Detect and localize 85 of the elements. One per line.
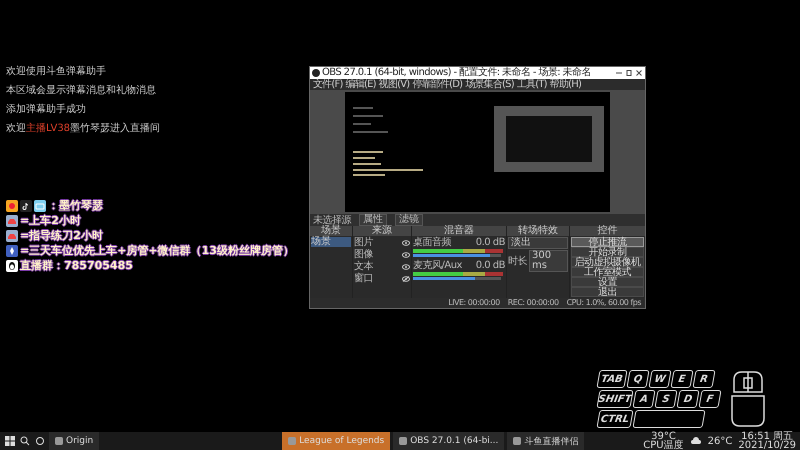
keyboard-key: D — [676, 390, 700, 408]
source-item[interactable]: 文本 — [354, 261, 400, 272]
control-button[interactable]: 停止推流 — [571, 237, 644, 247]
overlay-text: =指导练刀2小时 — [20, 229, 103, 243]
overlay-text: 直播群：785705485 — [20, 259, 133, 273]
close-icon[interactable] — [635, 70, 643, 76]
status-text: LIVE: 00:00:00 — [448, 298, 500, 308]
menu-item[interactable]: 工具(T) — [516, 79, 548, 90]
keyboard-key: CTRL — [596, 410, 634, 428]
menu-item[interactable]: 编辑(E) — [344, 79, 377, 90]
panel-header: 转场特效 — [507, 226, 569, 236]
transition-select[interactable]: 淡出 — [508, 237, 568, 249]
menu-item[interactable]: 帮助(H) — [548, 79, 582, 90]
weather-temperature: 26°C — [708, 436, 732, 446]
panel-header: 来源 — [353, 226, 411, 236]
menu-item[interactable]: 场景集合(S) — [464, 79, 515, 90]
status-text: CPU: 1.0%, 60.00 fps — [566, 298, 641, 308]
scene-item[interactable]: 场景 — [311, 237, 351, 247]
duration-field[interactable]: 300 ms — [529, 250, 568, 272]
menu-item[interactable]: 停靠部件(D) — [411, 79, 464, 90]
car-icon — [6, 230, 18, 242]
eye-icon[interactable] — [402, 252, 410, 258]
panel-header: 控件 — [570, 226, 645, 236]
clock-time: 16:51 周五 — [741, 432, 794, 441]
status-text: REC: 00:00:00 — [508, 298, 559, 308]
taskbar-app[interactable]: Origin — [49, 432, 100, 450]
control-button[interactable]: 退出 — [571, 287, 644, 297]
source-item[interactable]: 图片 — [354, 237, 400, 248]
keyboard-key: F — [698, 390, 722, 408]
keyboard-key: A — [632, 390, 656, 408]
window-title: OBS 27.0.1 (64-bit, windows) - 配置文件: 未命名 - 场景: 未命名 — [322, 67, 592, 78]
panel-header: 场景 — [310, 226, 352, 236]
db-reading: 0.0 dB — [476, 260, 505, 271]
overlay-text: =上车2小时 — [20, 214, 81, 228]
rocket-icon — [6, 245, 18, 257]
menu-item[interactable]: 视图(V) — [378, 79, 410, 90]
search-icon[interactable] — [19, 435, 31, 447]
music-note-logo-icon — [20, 200, 32, 212]
keyboard-key: E — [670, 370, 694, 388]
windows-start-icon[interactable] — [4, 435, 16, 447]
chat-message: 本区域会显示弹幕消息和礼物消息 — [6, 85, 157, 97]
keyboard-key: R — [692, 370, 716, 388]
keyboard-key: TAB — [596, 370, 628, 388]
penguin-icon — [6, 260, 18, 272]
app-logo-icon — [312, 69, 320, 77]
overlay-text: =三天车位优先上车+房管+微信群（13级粉丝牌房管） — [20, 244, 294, 258]
keyboard-key: S — [654, 390, 678, 408]
panel-header: 混音器 — [412, 226, 506, 236]
control-button[interactable]: 工作室模式 — [571, 267, 644, 277]
eye-slash-icon[interactable] — [402, 276, 410, 282]
minimize-icon[interactable] — [615, 70, 623, 76]
volume-slider[interactable] — [413, 254, 501, 257]
circle-icon[interactable] — [34, 435, 46, 447]
chat-message: 欢迎使用斗鱼弹幕助手 — [6, 66, 107, 78]
source-button[interactable]: 滤镜 — [395, 214, 423, 226]
volume-slider[interactable] — [413, 277, 501, 280]
control-button[interactable]: 启动虚拟摄像机 — [571, 257, 644, 267]
cpu-label: CPU温度 — [643, 441, 684, 450]
source-item[interactable]: 窗口 — [354, 273, 400, 284]
taskbar-app[interactable]: 斗鱼直播伴侣 — [507, 432, 584, 450]
fish-logo-icon — [6, 200, 18, 212]
maximize-icon[interactable] — [625, 70, 633, 76]
chat-message: 添加弹幕助手成功 — [6, 104, 87, 116]
menu-item[interactable]: 文件(F) — [312, 79, 344, 90]
eye-icon[interactable] — [402, 240, 410, 246]
source-status: 未选择源 — [313, 214, 351, 226]
cloud-icon — [690, 435, 702, 447]
car-icon — [6, 215, 18, 227]
source-item[interactable]: 图像 — [354, 249, 400, 260]
overlay-text: ：墨竹琴瑟 — [48, 199, 103, 213]
control-button[interactable]: 设置 — [571, 277, 644, 287]
chat-message: 欢迎主播LV38墨竹琴瑟进入直播间 — [6, 123, 162, 135]
keyboard-key: W — [648, 370, 672, 388]
eye-icon[interactable] — [402, 264, 410, 270]
cpu-temperature: 39°C — [651, 432, 676, 441]
tv-logo-icon — [34, 200, 46, 212]
channel-name: 桌面音频 — [413, 237, 451, 248]
db-reading: 0.0 dB — [476, 237, 505, 248]
channel-name: 麦克风/Aux — [413, 260, 462, 271]
control-button[interactable]: 开始录制 — [571, 247, 644, 257]
keyboard-key: Q — [626, 370, 650, 388]
duration-label: 时长 — [508, 256, 527, 266]
taskbar-app[interactable]: OBS 27.0.1 (64-bi... — [393, 432, 504, 450]
source-button[interactable]: 属性 — [359, 214, 387, 226]
clock-date: 2021/10/29 — [738, 441, 796, 450]
